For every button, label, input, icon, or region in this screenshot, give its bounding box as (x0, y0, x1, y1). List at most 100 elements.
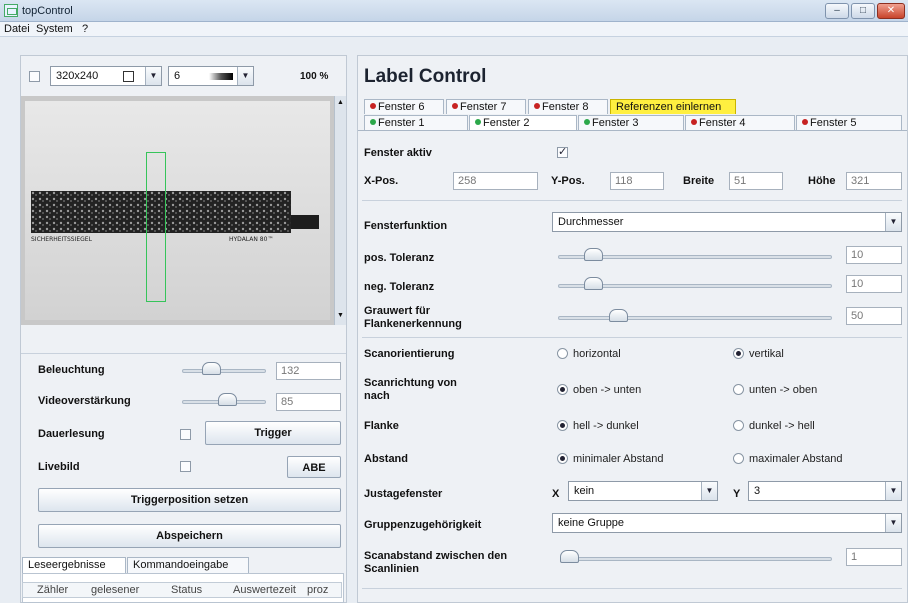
gruppe-select[interactable]: keine Gruppe ▼ (552, 513, 902, 533)
resolution-value: 320x240 (56, 70, 99, 82)
pos-toleranz-value[interactable]: 10 (846, 246, 902, 264)
flanke-label: Flanke (364, 420, 399, 432)
fensterfunktion-label: Fensterfunktion (364, 220, 448, 232)
ypos-label: Y-Pos. (551, 175, 585, 187)
tab-leseergebnisse[interactable]: Leseergebnisse (22, 557, 126, 573)
radio-maximaler-abstand[interactable] (733, 453, 744, 464)
grauwert-label-2: Flankenerkennung (364, 318, 462, 330)
col-proz[interactable]: proz (307, 584, 328, 596)
fensterfunktion-select[interactable]: Durchmesser ▼ (552, 212, 902, 232)
grauwert-value[interactable]: 50 (846, 307, 902, 325)
hoehe-label: Höhe (808, 175, 836, 187)
tab-label: Fenster 8 (542, 101, 589, 113)
col-auswertezeit[interactable]: Auswertezeit (233, 584, 296, 596)
ypos-input[interactable]: 118 (610, 172, 664, 190)
step-value: 6 (174, 70, 181, 82)
videoverstaerkung-thumb[interactable] (217, 393, 237, 406)
camera-image[interactable]: SICHERHEITSSIEGEL HYDALAN 80™ (21, 96, 334, 325)
tab-kommandoeingabe[interactable]: Kommandoeingabe (127, 557, 249, 573)
beleuchtung-thumb[interactable] (201, 362, 221, 375)
tab-fenster-1[interactable]: Fenster 1 (364, 115, 468, 130)
results-table-header: Zähler gelesener Status Auswertezeit pro… (22, 582, 342, 598)
fensterfunktion-value: Durchmesser (558, 216, 624, 228)
tab-fenster-5[interactable]: Fenster 5 (796, 115, 902, 130)
menu-datei[interactable]: Datei (4, 23, 30, 35)
radio-vertikal[interactable] (733, 348, 744, 359)
tab-label: Fenster 4 (699, 117, 746, 129)
chevron-down-icon: ▼ (701, 482, 717, 500)
xpos-input[interactable]: 258 (453, 172, 538, 190)
tab-fenster-8[interactable]: Fenster 8 (528, 99, 608, 114)
justagefenster-label: Justagefenster (364, 488, 443, 500)
triggerposition-button[interactable]: Triggerposition setzen (38, 488, 341, 512)
abspeichern-button[interactable]: Abspeichern (38, 524, 341, 548)
tab-fenster-2[interactable]: Fenster 2 (469, 115, 577, 130)
radio-unten-oben[interactable] (733, 384, 744, 395)
separator (362, 588, 902, 589)
scanorientierung-label: Scanorientierung (364, 348, 455, 360)
scroll-up-icon[interactable]: ▲ (337, 99, 344, 106)
breite-input[interactable]: 51 (729, 172, 783, 190)
status-dot-icon (452, 103, 458, 109)
radio-minimaler-abstand[interactable] (557, 453, 568, 464)
maximize-button[interactable]: □ (851, 3, 875, 19)
image-scrollbar[interactable]: ▲ ▼ (334, 96, 346, 325)
radio-minimaler-abstand-label: minimaler Abstand (573, 453, 664, 465)
status-dot-icon (802, 119, 808, 125)
grauwert-thumb[interactable] (609, 309, 628, 322)
col-gelesener[interactable]: gelesener (91, 584, 139, 596)
justage-x-select[interactable]: kein ▼ (568, 481, 718, 501)
neg-toleranz-value[interactable]: 10 (846, 275, 902, 293)
resolution-select[interactable]: 320x240 ▼ (50, 66, 162, 86)
beleuchtung-slider[interactable] (182, 369, 266, 373)
scanabstand-thumb[interactable] (560, 550, 579, 563)
scanabstand-slider[interactable] (560, 557, 832, 561)
tab-referenzen-einlernen[interactable]: Referenzen einlernen (610, 99, 736, 114)
tab-fenster-6[interactable]: Fenster 6 (364, 99, 444, 114)
scanabstand-label-1: Scanabstand zwischen den (364, 550, 508, 562)
radio-oben-unten[interactable] (557, 384, 568, 395)
pos-toleranz-label: pos. Toleranz (364, 252, 435, 264)
app-icon (4, 4, 18, 17)
col-zaehler[interactable]: Zähler (37, 584, 68, 596)
dauerlesung-checkbox[interactable] (180, 429, 191, 440)
tab-fenster-7[interactable]: Fenster 7 (446, 99, 526, 114)
fenster-aktiv-label: Fenster aktiv (364, 147, 432, 159)
menu-help[interactable]: ? (82, 23, 88, 35)
livebild-checkbox[interactable] (180, 461, 191, 472)
tab-fenster-4[interactable]: Fenster 4 (685, 115, 795, 130)
minimize-button[interactable]: – (825, 3, 849, 19)
trigger-button[interactable]: Trigger (205, 421, 341, 445)
roi-rectangle[interactable] (146, 152, 166, 302)
fenster-aktiv-checkbox[interactable] (557, 145, 568, 158)
status-dot-icon (691, 119, 697, 125)
grauwert-slider[interactable] (558, 316, 832, 320)
scroll-down-icon[interactable]: ▼ (337, 312, 344, 319)
radio-hell-dunkel[interactable] (557, 420, 568, 431)
radio-horizontal[interactable] (557, 348, 568, 359)
scanrichtung-label-2: nach (364, 390, 390, 402)
scanabstand-label-2: Scanlinien (364, 563, 420, 575)
menu-system[interactable]: System (36, 23, 73, 35)
hoehe-input[interactable]: 321 (846, 172, 902, 190)
frame-icon (123, 71, 134, 82)
camera-checkbox[interactable] (29, 71, 40, 82)
beleuchtung-value[interactable]: 132 (276, 362, 341, 380)
gradient-icon (209, 73, 233, 80)
scanabstand-value[interactable]: 1 (846, 548, 902, 566)
col-status[interactable]: Status (171, 584, 202, 596)
justage-y-select[interactable]: 3 ▼ (748, 481, 902, 501)
livebild-label: Livebild (38, 461, 80, 473)
step-select[interactable]: 6 ▼ (168, 66, 254, 86)
radio-dunkel-hell[interactable] (733, 420, 744, 431)
menu-bar: Datei System ? (0, 22, 908, 37)
abe-button[interactable]: ABE (287, 456, 341, 478)
pos-toleranz-thumb[interactable] (583, 248, 603, 261)
tab-fenster-3[interactable]: Fenster 3 (578, 115, 684, 130)
status-dot-icon (475, 119, 481, 125)
slab-tab (291, 215, 319, 229)
close-button[interactable]: ✕ (877, 3, 905, 19)
justage-y-label: Y (733, 488, 741, 500)
videoverstaerkung-value[interactable]: 85 (276, 393, 341, 411)
neg-toleranz-thumb[interactable] (583, 277, 603, 290)
